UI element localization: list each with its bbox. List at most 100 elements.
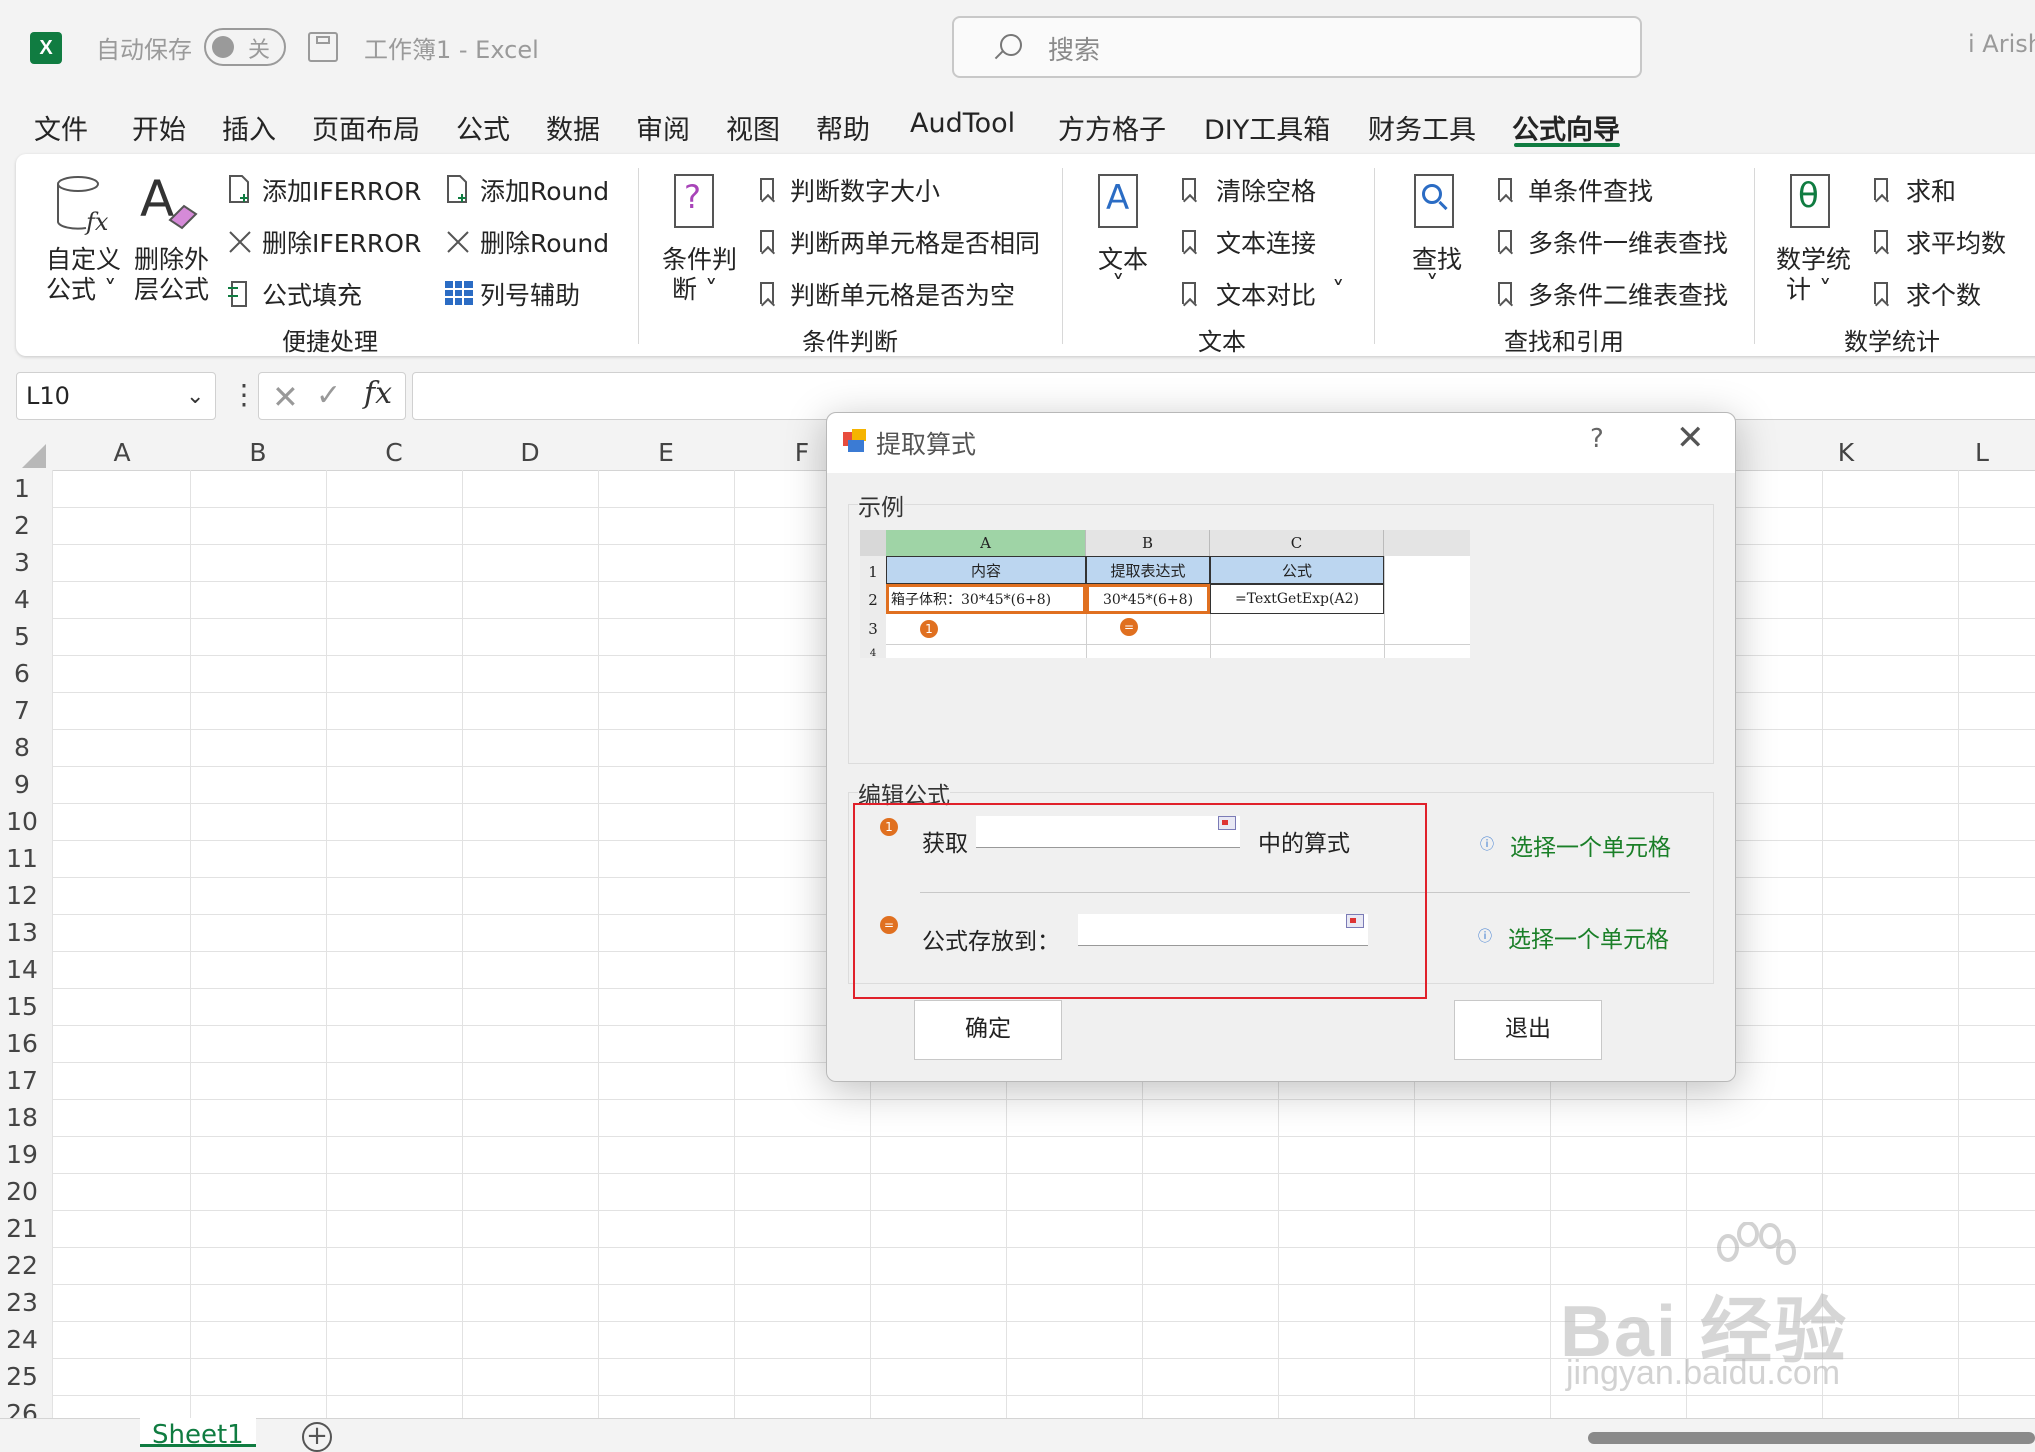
row-header[interactable]: 12 [0,881,44,910]
judge-cells-equal-button[interactable]: 判断两单元格是否相同 [756,224,1056,260]
ok-button[interactable]: 确定 [914,1000,1062,1060]
tab-file[interactable]: 文件 [34,108,88,147]
cancel-icon[interactable]: ✕ [272,378,299,416]
row-header[interactable]: 4 [0,585,44,614]
row-header[interactable]: 22 [0,1251,44,1280]
row-header[interactable]: 6 [0,659,44,688]
column-header-c[interactable]: C [326,438,462,467]
row-header[interactable]: 9 [0,770,44,799]
example-col-header: C [1210,530,1384,556]
judge-number-size-button[interactable]: 判断数字大小 [756,172,1056,208]
row-header[interactable]: 1 [0,474,44,503]
row-header[interactable]: 23 [0,1288,44,1317]
tab-finance-tools[interactable]: 财务工具 [1368,108,1476,147]
row-header[interactable]: 17 [0,1066,44,1095]
row-header[interactable]: 5 [0,622,44,651]
formula-fill-button[interactable]: 公式填充 [224,276,424,312]
app-window-icon [843,429,866,452]
more-options-icon[interactable]: ⋮ [230,378,258,411]
average-button[interactable]: 求平均数 [1870,224,2020,260]
active-tab-indicator [1514,143,1620,147]
bookmark-icon [1498,230,1512,252]
text-compare-button[interactable]: 文本对比 [1178,276,1348,312]
single-condition-lookup-button[interactable]: 单条件查找 [1494,172,1754,208]
column-header-k[interactable]: K [1778,438,1914,467]
close-x-icon [447,231,469,253]
tab-fangfang[interactable]: 方方格子 [1058,108,1166,147]
tab-data[interactable]: 数据 [546,108,600,147]
add-iferror-button[interactable]: 添加IFERROR [224,172,424,208]
column-header-a[interactable]: A [54,438,190,467]
add-iferror-label: 添加IFERROR [262,177,422,206]
judge-cell-empty-button[interactable]: 判断单元格是否为空 [756,276,1056,312]
tab-formula-wizard[interactable]: 公式向导 [1512,108,1620,147]
add-sheet-icon[interactable]: + [302,1422,332,1452]
insert-function-icon[interactable]: fx [364,376,392,411]
row-header[interactable]: 18 [0,1103,44,1132]
count-button[interactable]: 求个数 [1870,276,2020,312]
tab-formulas[interactable]: 公式 [456,108,510,147]
column-header-d[interactable]: D [462,438,598,467]
row-header[interactable]: 25 [0,1362,44,1391]
row-header[interactable]: 24 [0,1325,44,1354]
condition-judge-button[interactable]: ? 条件判 断 ˅ [656,168,740,308]
add-round-button[interactable]: 添加Round [442,172,632,208]
text-join-button[interactable]: 文本连接 [1178,224,1348,260]
sum-button[interactable]: 求和 [1870,172,2020,208]
column-header-e[interactable]: E [598,438,734,467]
custom-formula-button[interactable]: fx 自定义 公式 ˅ [40,168,124,308]
row-header[interactable]: 8 [0,733,44,762]
row-header[interactable]: 21 [0,1214,44,1243]
row-header[interactable]: 2 [0,511,44,540]
column-header-l[interactable]: L [1914,438,2035,467]
row-header[interactable]: 16 [0,1029,44,1058]
row-gridline [52,1395,2035,1396]
tab-audtool[interactable]: AudTool [910,108,1015,139]
multi-condition-1d-lookup-button[interactable]: 多条件一维表查找 [1494,224,1754,260]
letter-a-eraser-icon: A [140,172,198,230]
exit-button[interactable]: 退出 [1454,1000,1602,1060]
enter-check-icon[interactable]: ✓ [316,378,341,413]
clear-spaces-button[interactable]: 清除空格 [1178,172,1348,208]
row-header[interactable]: 10 [0,807,44,836]
remove-iferror-button[interactable]: 删除IFERROR [224,224,424,260]
row-header[interactable]: 15 [0,992,44,1021]
name-box-value: L10 [26,382,70,410]
row-header[interactable]: 20 [0,1177,44,1206]
column-header-b[interactable]: B [190,438,326,467]
autosave-toggle[interactable]: 关 [204,28,286,66]
user-name[interactable]: i Arish [1968,30,2035,58]
tab-view[interactable]: 视图 [726,108,780,147]
horizontal-scrollbar[interactable] [1588,1432,2035,1444]
help-icon[interactable]: ? [1590,424,1604,454]
math-stats-button[interactable]: θ 数学统 计 ˅ [1770,168,1854,308]
chevron-down-icon[interactable]: ˅ [1332,276,1345,305]
remove-outer-formula-button[interactable]: A 删除外 层公式 [132,168,209,308]
text-dropdown-icon: ˅ [1112,270,1125,299]
row-header[interactable]: 11 [0,844,44,873]
tab-diy-toolbox[interactable]: DIY工具箱 [1204,108,1330,147]
save-icon[interactable] [308,32,338,62]
svg-text:fx: fx [84,208,109,236]
multi-condition-1d-lookup-label: 多条件一维表查找 [1528,229,1729,258]
tab-review[interactable]: 审阅 [636,108,690,147]
select-all-icon[interactable] [22,444,46,468]
row-header[interactable]: 14 [0,955,44,984]
chevron-down-icon[interactable]: ⌄ [186,384,204,409]
row-header[interactable]: 19 [0,1140,44,1169]
text-button[interactable]: A 文本 ˅ [1084,168,1164,308]
lookup-button[interactable]: 查找 ˅ [1396,168,1476,308]
ribbon-separator [1754,168,1755,344]
close-icon[interactable]: ✕ [1676,418,1705,458]
row-header[interactable]: 13 [0,918,44,947]
row-header[interactable]: 3 [0,548,44,577]
column-helper-button[interactable]: 列号辅助 [442,276,632,312]
example-group-label: 示例 [858,488,904,522]
tab-home[interactable]: 开始 [132,108,186,147]
multi-condition-2d-lookup-button[interactable]: 多条件二维表查找 [1494,276,1754,312]
tab-insert[interactable]: 插入 [222,108,276,147]
tab-help[interactable]: 帮助 [816,108,870,147]
tab-page-layout[interactable]: 页面布局 [312,108,420,147]
remove-round-button[interactable]: 删除Round [442,224,632,260]
row-header[interactable]: 7 [0,696,44,725]
